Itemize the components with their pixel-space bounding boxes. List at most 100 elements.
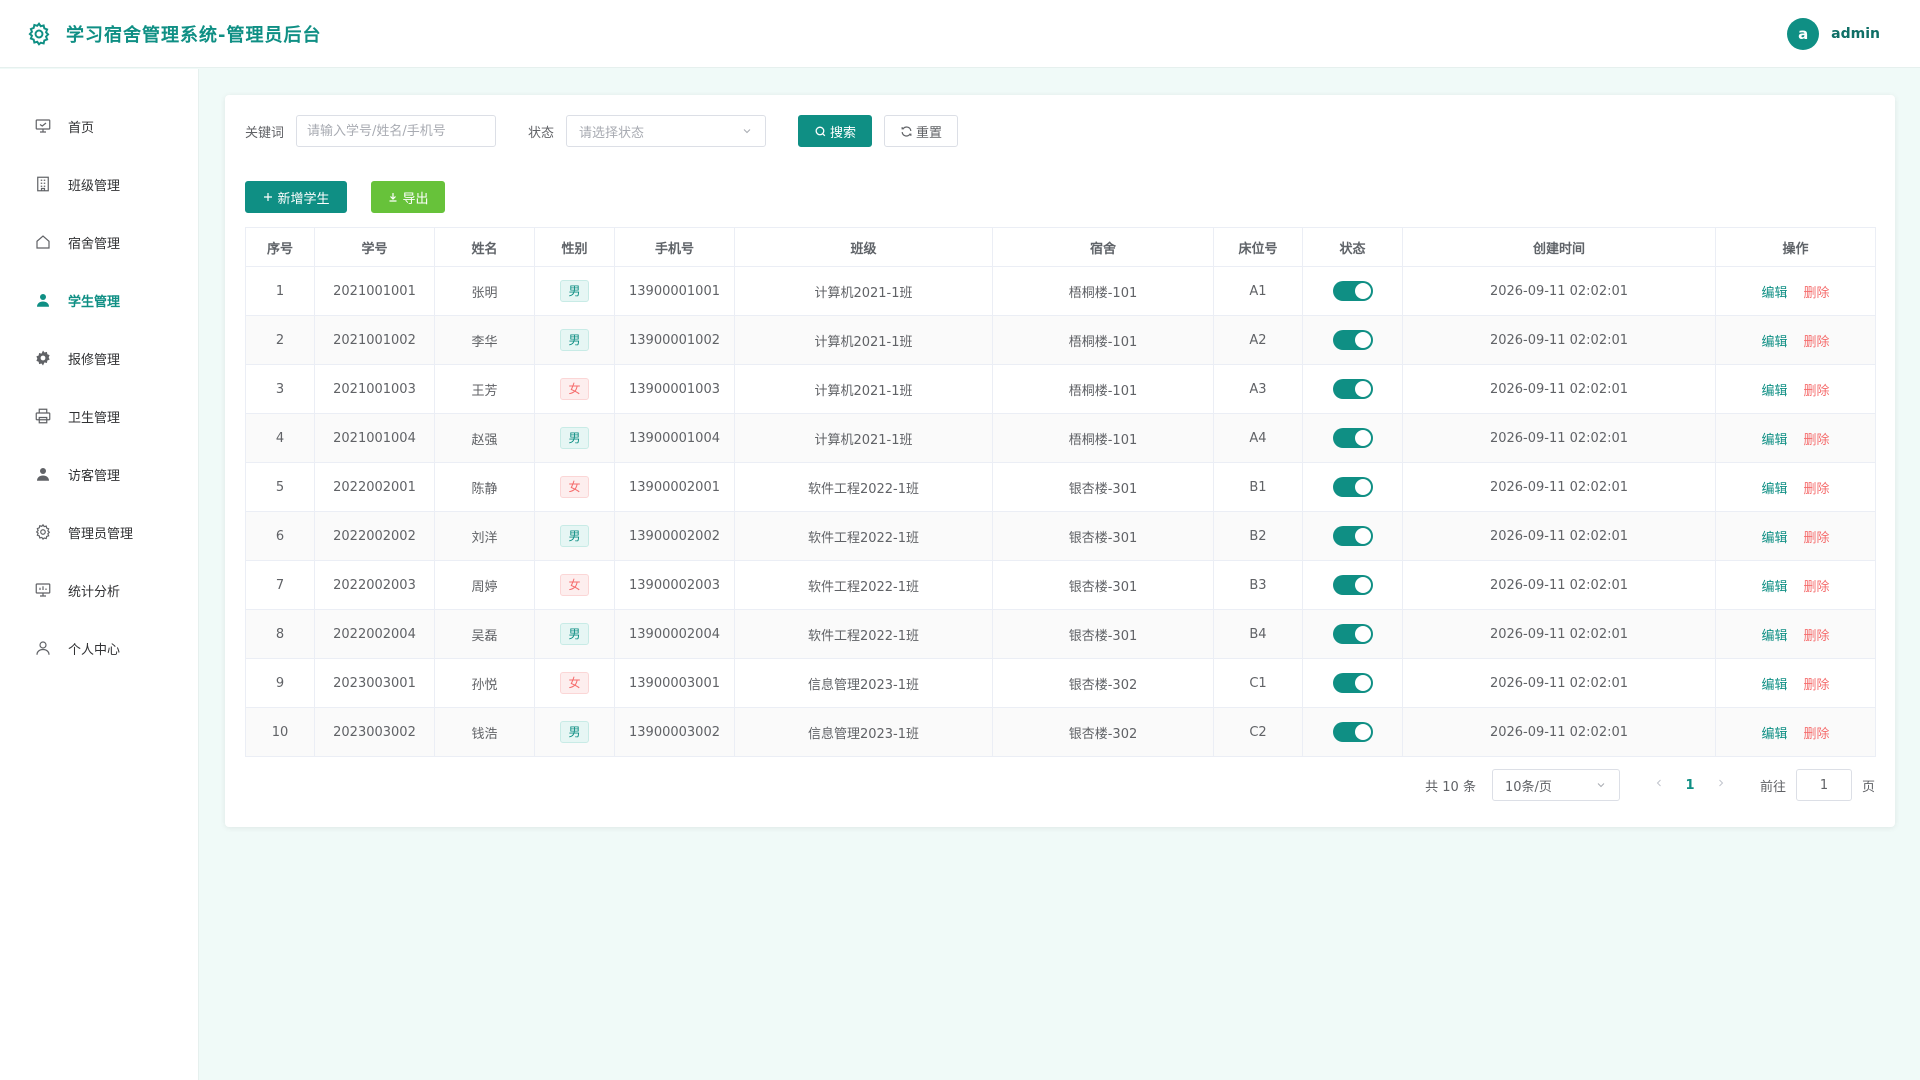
edit-button[interactable]: 编辑 (1761, 580, 1787, 595)
cell-student-id: 2022002001 (314, 462, 435, 512)
sidebar-item-hygiene[interactable]: 卫生管理 (0, 387, 198, 445)
delete-button[interactable]: 删除 (1804, 629, 1830, 644)
edit-button[interactable]: 编辑 (1761, 384, 1787, 399)
cell-class: 信息管理2023-1班 (734, 707, 993, 757)
gender-tag: 男 (560, 525, 589, 547)
gender-tag: 女 (560, 574, 589, 596)
home-board-icon (35, 119, 51, 133)
page-number-current[interactable]: 1 (1674, 778, 1706, 793)
cell-no: 5 (245, 462, 315, 512)
search-button-label: 搜索 (830, 125, 857, 141)
status-toggle[interactable] (1332, 722, 1373, 742)
status-toggle[interactable] (1332, 624, 1373, 644)
delete-button[interactable]: 删除 (1804, 384, 1830, 399)
status-toggle[interactable] (1332, 673, 1373, 693)
sidebar-item-students[interactable]: 学生管理 (0, 271, 198, 329)
export-button[interactable]: 导出 (371, 181, 445, 213)
chevron-right-icon (1719, 779, 1724, 787)
edit-button[interactable]: 编辑 (1761, 433, 1787, 448)
cell-student-id: 2021001003 (314, 364, 435, 414)
prev-page-button[interactable] (1644, 777, 1674, 793)
status-select[interactable]: 请选择状态 (566, 115, 767, 147)
cell-created: 2026-09-11 02:02:01 (1402, 560, 1716, 610)
cell-bed: B4 (1213, 609, 1303, 659)
table-row: 8 2022002004 吴磊 男 13900002004 软件工程2022-1班 银杏楼-… (245, 609, 1876, 659)
edit-button[interactable]: 编辑 (1761, 678, 1787, 693)
column-header: 班级 (734, 227, 993, 267)
username[interactable]: admin (1831, 26, 1880, 42)
column-header: 操作 (1715, 227, 1876, 267)
cell-no: 6 (245, 511, 315, 561)
sidebar-item-admins[interactable]: 管理员管理 (0, 503, 198, 561)
cell-dorm: 梧桐楼-101 (992, 315, 1214, 365)
cell-actions: 编辑 删除 (1715, 413, 1876, 463)
cell-dorm: 梧桐楼-101 (992, 413, 1214, 463)
cell-created: 2026-09-11 02:02:01 (1402, 413, 1716, 463)
cell-class: 信息管理2023-1班 (734, 658, 993, 708)
sidebar-item-home[interactable]: 首页 (0, 97, 198, 155)
cell-gender: 男 (534, 511, 615, 561)
cell-no: 10 (245, 707, 315, 757)
cell-gender: 男 (534, 413, 615, 463)
search-icon (815, 126, 826, 136)
sidebar-item-profile[interactable]: 个人中心 (0, 619, 198, 677)
sidebar-item-label: 班级管理 (68, 178, 121, 194)
edit-button[interactable]: 编辑 (1761, 286, 1787, 301)
delete-button[interactable]: 删除 (1804, 580, 1830, 595)
cell-student-id: 2021001001 (314, 266, 435, 316)
cell-status (1302, 462, 1403, 512)
sidebar-item-stats[interactable]: 统计分析 (0, 561, 198, 619)
add-student-button[interactable]: 新增学生 (245, 181, 347, 213)
edit-button[interactable]: 编辑 (1761, 335, 1787, 350)
sidebar-item-dorm[interactable]: 宿舍管理 (0, 213, 198, 271)
status-toggle[interactable] (1332, 330, 1373, 350)
delete-button[interactable]: 删除 (1804, 727, 1830, 742)
table-row: 3 2021001003 王芳 女 13900001003 计算机2021-1班 梧桐楼-1… (245, 364, 1876, 414)
sidebar-item-repair[interactable]: 报修管理 (0, 329, 198, 387)
delete-button[interactable]: 删除 (1804, 531, 1830, 546)
cell-class: 计算机2021-1班 (734, 364, 993, 414)
user-menu[interactable]: a admin (1787, 17, 1894, 50)
next-page-button[interactable] (1706, 777, 1736, 793)
page-size-select[interactable]: 10条/页 (1491, 769, 1620, 801)
sidebar-item-class[interactable]: 班级管理 (0, 155, 198, 213)
avatar[interactable]: a (1787, 17, 1820, 50)
sidebar-item-label: 宿舍管理 (68, 236, 121, 252)
status-toggle[interactable] (1332, 379, 1373, 399)
cell-name: 刘洋 (434, 511, 535, 561)
edit-button[interactable]: 编辑 (1761, 629, 1787, 644)
edit-button[interactable]: 编辑 (1761, 727, 1787, 742)
board-icon (35, 583, 51, 597)
status-toggle[interactable] (1332, 477, 1373, 497)
cell-gender: 男 (534, 266, 615, 316)
delete-button[interactable]: 删除 (1804, 482, 1830, 497)
status-toggle[interactable] (1332, 428, 1373, 448)
goto-page-input[interactable] (1795, 769, 1852, 801)
cell-created: 2026-09-11 02:02:01 (1402, 511, 1716, 561)
reset-button[interactable]: 重置 (884, 115, 959, 147)
cell-phone: 13900002003 (614, 560, 735, 610)
reset-button-label: 重置 (916, 125, 943, 141)
delete-button[interactable]: 删除 (1804, 286, 1830, 301)
edit-button[interactable]: 编辑 (1761, 531, 1787, 546)
status-toggle[interactable] (1332, 281, 1373, 301)
sidebar-item-label: 首页 (68, 120, 95, 136)
cell-dorm: 银杏楼-301 (992, 609, 1214, 659)
keyword-input[interactable] (296, 115, 497, 147)
user-icon (37, 468, 49, 481)
cell-phone: 13900001001 (614, 266, 735, 316)
sidebar-item-visitors[interactable]: 访客管理 (0, 445, 198, 503)
sidebar-item-label: 访客管理 (68, 468, 121, 484)
status-toggle[interactable] (1332, 575, 1373, 595)
search-button[interactable]: 搜索 (798, 115, 873, 147)
chevron-down-icon (743, 129, 751, 134)
delete-button[interactable]: 删除 (1804, 335, 1830, 350)
building-icon (37, 176, 49, 192)
cell-phone: 13900001003 (614, 364, 735, 414)
cell-status (1302, 658, 1403, 708)
delete-button[interactable]: 删除 (1804, 678, 1830, 693)
delete-button[interactable]: 删除 (1804, 433, 1830, 448)
status-toggle[interactable] (1332, 526, 1373, 546)
sidebar-item-label: 报修管理 (68, 352, 121, 368)
edit-button[interactable]: 编辑 (1761, 482, 1787, 497)
